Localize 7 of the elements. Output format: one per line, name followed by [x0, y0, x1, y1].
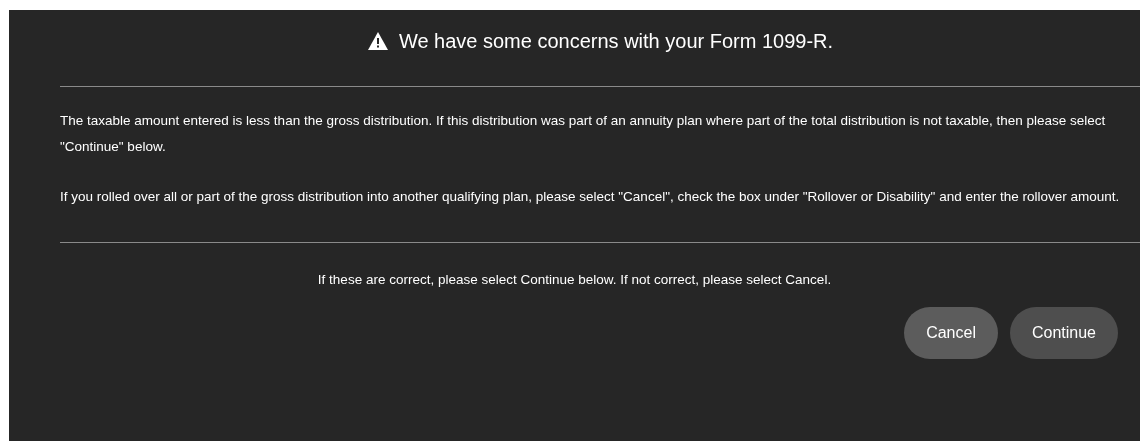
message-paragraph: If you rolled over all or part of the gross distribution into another qualifying plan, please select "Cancel", check the box under "Rollover or Disability" and enter the rollover amount. [60, 188, 1121, 206]
warning-icon [366, 31, 389, 51]
cancel-button[interactable]: Cancel [904, 307, 998, 359]
dialog-title: We have some concerns with your Form 1099-R. [398, 29, 834, 54]
continue-button[interactable]: Continue [1009, 307, 1118, 359]
message-paragraph: The taxable amount entered is less than the gross distribution. If this distribution was part of an annuity plan where part of the total distribution is not taxable, then please select "Continue" below. [60, 112, 1107, 156]
prompt-text: If these are correct, please select Continue below. If not correct, please select Cancel. [316, 271, 833, 289]
